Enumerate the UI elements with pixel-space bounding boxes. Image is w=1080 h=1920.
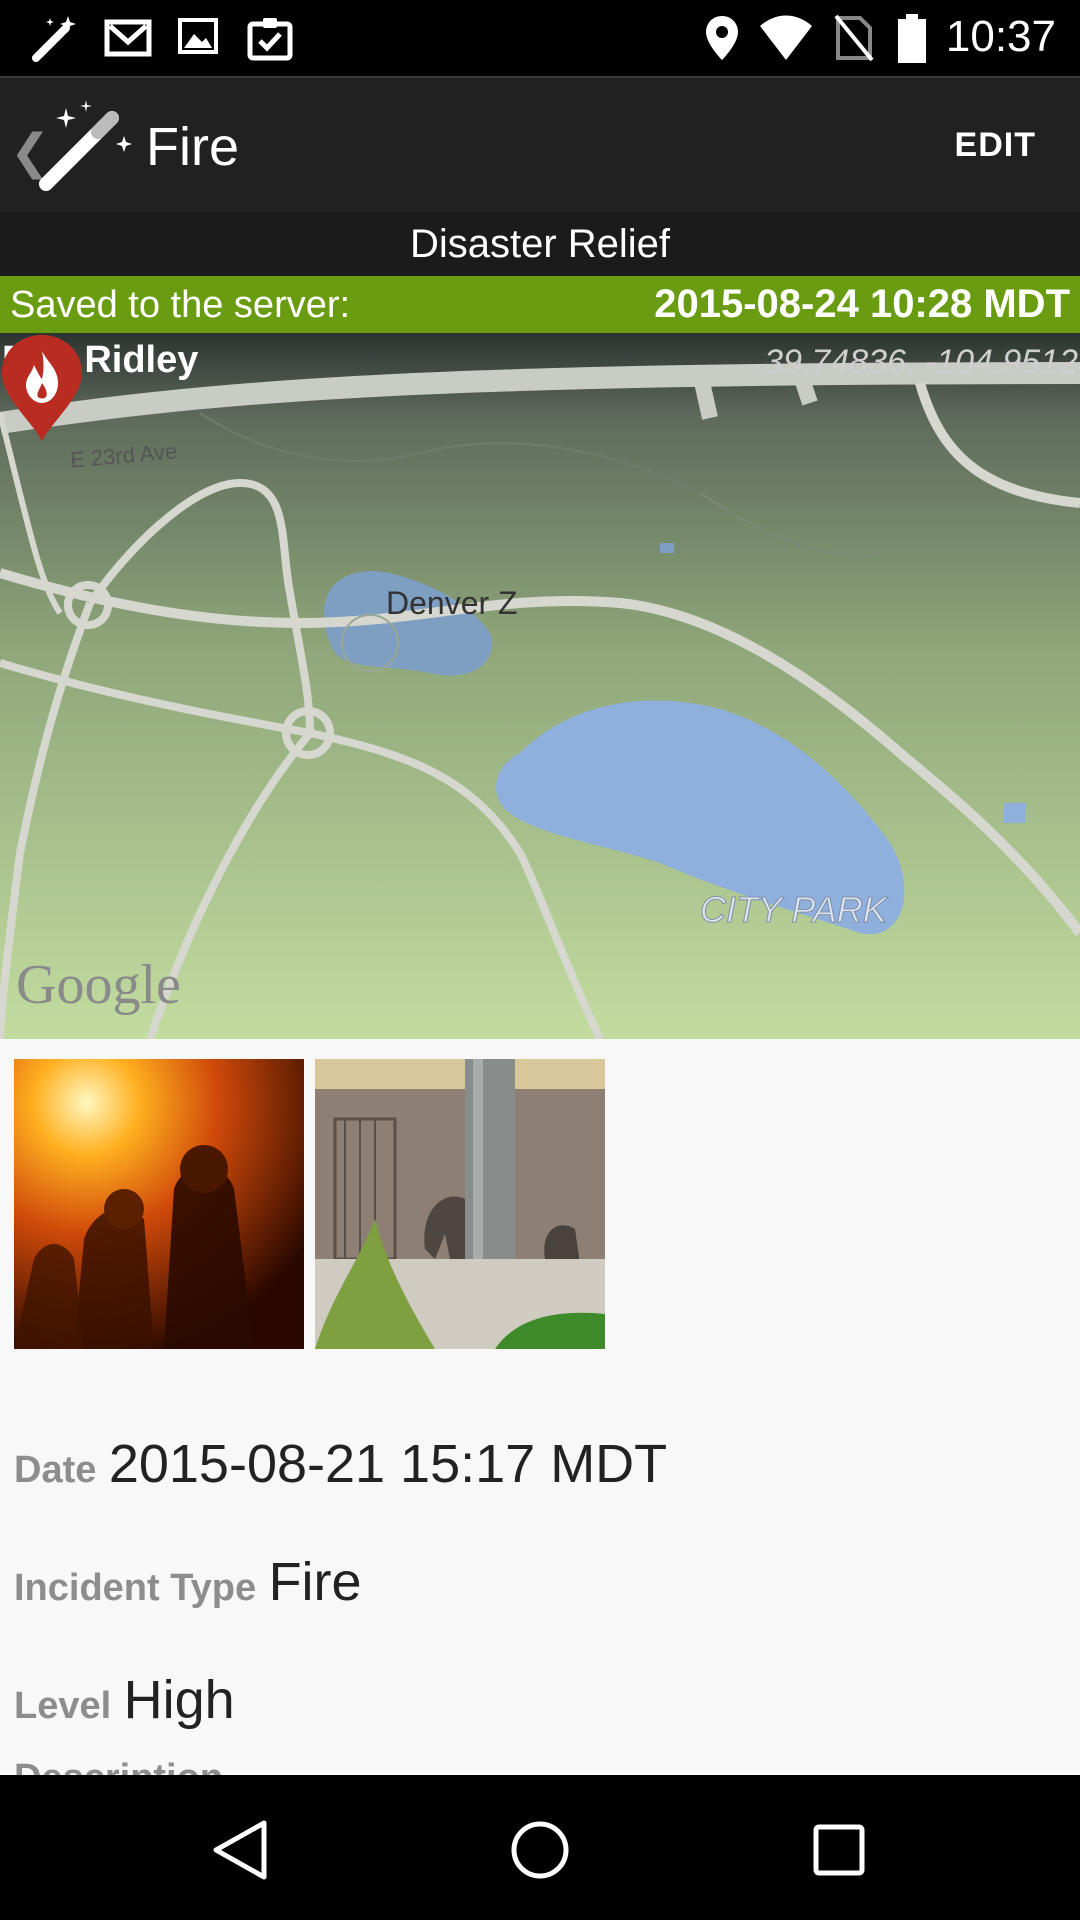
field-label: Date [14, 1449, 97, 1491]
park-label: CITY PARK [700, 889, 888, 931]
saved-status-bar: Saved to the server: 2015-08-24 10:28 MD… [0, 276, 1080, 333]
location-icon [706, 16, 738, 60]
image-icon [178, 18, 218, 54]
firefighters-photo[interactable] [14, 1059, 304, 1349]
field-description: Description [14, 1741, 231, 1775]
report-details: Date 2015-08-21 15:17 MDT Incident Type … [0, 1039, 1080, 1775]
back-triangle-icon[interactable] [206, 1815, 276, 1885]
home-circle-icon[interactable] [505, 1815, 575, 1885]
field-value: 2015-08-21 15:17 MDT [108, 1434, 668, 1494]
navigation-bar [0, 1775, 1080, 1920]
edit-button[interactable]: EDIT [955, 126, 1036, 165]
magic-wand-icon[interactable] [36, 98, 136, 198]
field-label: Incident Type [14, 1567, 257, 1609]
field-level: Level High [14, 1669, 235, 1731]
fire-marker-icon[interactable] [0, 333, 84, 443]
saved-timestamp: 2015-08-24 10:28 MDT [654, 282, 1070, 326]
field-label: Level [14, 1685, 112, 1727]
field-date: Date 2015-08-21 15:17 MDT [14, 1433, 667, 1495]
clipboard-check-icon [247, 18, 293, 61]
field-value: Fire [268, 1552, 362, 1612]
poi-label: Denver Z [386, 585, 518, 621]
battery-icon [898, 14, 926, 63]
page-title: Fire [146, 117, 239, 177]
google-attribution: Google [16, 954, 181, 1016]
status-bar: 10:37 [0, 0, 1080, 76]
field-incident-type: Incident Type Fire [14, 1551, 362, 1613]
no-sim-icon [834, 14, 874, 62]
elephants-photo[interactable] [315, 1059, 605, 1349]
group-name: Disaster Relief [0, 212, 1080, 276]
wifi-icon [760, 15, 812, 60]
magic-wand-icon [32, 16, 76, 62]
action-bar: ❮ Fire EDIT [0, 76, 1080, 212]
coordinates: 39.74836, -104.9512 [764, 343, 1078, 381]
field-value: High [123, 1670, 235, 1730]
gmail-icon [104, 19, 152, 57]
map-view[interactable]: Dan Ridley 39.74836, -104.9512 E 23rd Av… [0, 333, 1080, 1039]
recents-square-icon[interactable] [804, 1815, 874, 1885]
saved-label: Saved to the server: [10, 284, 351, 326]
field-label: Description [14, 1757, 223, 1775]
clock: 10:37 [945, 12, 1056, 61]
